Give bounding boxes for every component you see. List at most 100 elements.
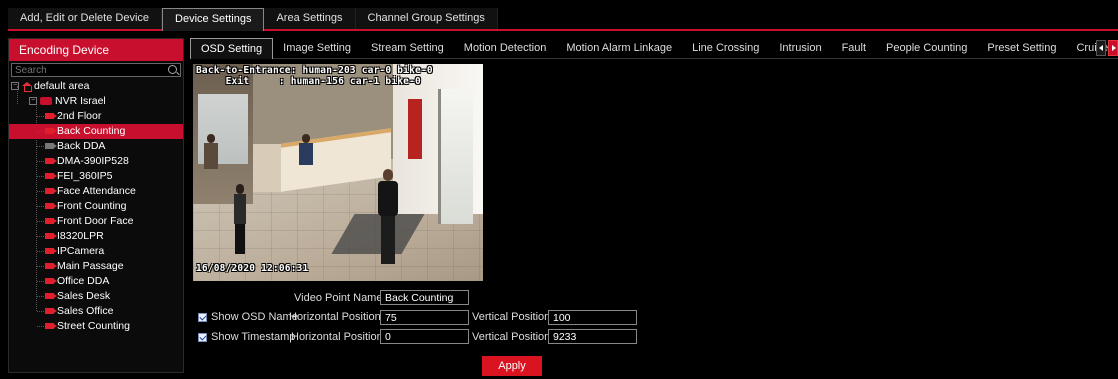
- osd-timestamp: 16/08/2020 12:06:31: [196, 263, 309, 274]
- show-osd-name-checkbox[interactable]: [198, 313, 207, 322]
- device-label: FEI_360IP5: [57, 170, 113, 182]
- device-label: IPCamera: [57, 245, 105, 257]
- device-item[interactable]: Office DDA: [9, 274, 183, 289]
- device-label: I8320LPR: [57, 230, 104, 242]
- tab-area-settings[interactable]: Area Settings: [264, 8, 356, 29]
- timestamp-vertical-position-label: Vertical Position: [472, 331, 551, 343]
- camera-icon: [45, 248, 57, 255]
- device-item[interactable]: Sales Office: [9, 304, 183, 319]
- device-label: Street Counting: [57, 320, 130, 332]
- collapse-icon[interactable]: −: [11, 82, 19, 91]
- tab-add-edit-delete-device[interactable]: Add, Edit or Delete Device: [8, 8, 163, 29]
- tree-connector: [37, 161, 44, 162]
- scene-door: [438, 89, 473, 224]
- camera-icon: [45, 308, 57, 315]
- device-label: Sales Office: [57, 305, 114, 317]
- timestamp-vertical-position-input[interactable]: [548, 329, 637, 344]
- tree-connector: [37, 146, 44, 147]
- video-point-name-label: Video Point Name: [294, 292, 383, 304]
- device-label: DMA-390IP528: [57, 155, 129, 167]
- device-label: Back Counting: [57, 125, 126, 137]
- device-list: 2nd Floor Back Counting Back DDA DMA-390IP5…: [9, 109, 183, 334]
- show-timestamp-label: Show Timestamp: [211, 331, 296, 343]
- osd-horizontal-position-label: Horizontal Position: [289, 311, 381, 323]
- device-item[interactable]: DMA-390IP528: [9, 154, 183, 169]
- search-icon[interactable]: [168, 65, 177, 74]
- tabs-scroll-left-icon[interactable]: [1096, 40, 1106, 56]
- home-icon: [22, 81, 32, 92]
- tab-intrusion[interactable]: Intrusion: [769, 38, 831, 59]
- tab-channel-group-settings[interactable]: Channel Group Settings: [355, 8, 498, 29]
- search-box: [11, 63, 181, 77]
- tab-preset-setting[interactable]: Preset Setting: [977, 38, 1066, 59]
- timestamp-horizontal-position-input[interactable]: [380, 329, 469, 344]
- tree-node-nvr[interactable]: − NVR Israel: [9, 94, 183, 109]
- tree-connector: [37, 221, 44, 222]
- tree-connector: [37, 176, 44, 177]
- video-point-name-input[interactable]: [380, 290, 469, 305]
- apply-button[interactable]: Apply: [482, 356, 542, 376]
- tree-connector: [37, 281, 44, 282]
- device-tree: − default area − NVR Israel 2nd Floor Back …: [9, 79, 183, 334]
- tree-connector: [37, 266, 44, 267]
- search-input[interactable]: [12, 64, 180, 77]
- osd-vertical-position-label: Vertical Position: [472, 311, 551, 323]
- settings-tab-bar: OSD Setting Image Setting Stream Setting…: [190, 38, 1118, 59]
- tabs-scroll-right-icon[interactable]: [1108, 40, 1118, 56]
- nvr-label: NVR Israel: [55, 95, 106, 107]
- osd-horizontal-position-input[interactable]: [380, 310, 469, 325]
- device-label: Main Passage: [57, 260, 124, 272]
- device-item[interactable]: Sales Desk: [9, 289, 183, 304]
- scene-person: [298, 134, 314, 174]
- osd-counting-line-2: Exit : human-156 car-1 bike-0: [196, 76, 421, 87]
- device-label: Front Door Face: [57, 215, 134, 227]
- camera-icon: [45, 188, 57, 195]
- tab-osd-setting[interactable]: OSD Setting: [190, 38, 274, 59]
- tab-image-setting[interactable]: Image Setting: [273, 38, 361, 59]
- camera-icon: [45, 218, 57, 225]
- camera-icon: [45, 203, 57, 210]
- camera-icon: [45, 233, 57, 240]
- video-preview: Back-to-Entrance: human-203 car-0 bike-0…: [193, 64, 483, 281]
- device-label: 2nd Floor: [57, 110, 102, 122]
- osd-vertical-position-input[interactable]: [548, 310, 637, 325]
- device-item[interactable]: Front Door Face: [9, 214, 183, 229]
- tab-motion-alarm-linkage[interactable]: Motion Alarm Linkage: [556, 38, 682, 59]
- tree-connector: [37, 236, 44, 237]
- tree-connector: [37, 296, 44, 297]
- tree-root-default-area[interactable]: − default area: [9, 79, 183, 94]
- device-item[interactable]: 2nd Floor: [9, 109, 183, 124]
- tree-connector: [37, 326, 44, 327]
- tab-device-settings[interactable]: Device Settings: [162, 8, 265, 31]
- camera-icon: [45, 158, 57, 165]
- camera-icon: [45, 128, 57, 135]
- scene-person: [233, 184, 247, 254]
- scene-counter: [253, 144, 283, 192]
- device-item[interactable]: Back Counting: [9, 124, 183, 139]
- area-label: default area: [34, 80, 90, 92]
- scene-person: [203, 134, 219, 174]
- show-timestamp-checkbox[interactable]: [198, 333, 207, 342]
- nvr-icon: [40, 97, 52, 106]
- tab-stream-setting[interactable]: Stream Setting: [361, 38, 454, 59]
- tab-fault[interactable]: Fault: [832, 38, 876, 59]
- tree-connector: [37, 116, 44, 117]
- tree-connector: [37, 251, 44, 252]
- camera-icon: [45, 113, 57, 120]
- osd-counting-line-1: Back-to-Entrance: human-203 car-0 bike-0: [196, 65, 433, 76]
- device-item[interactable]: IPCamera: [9, 244, 183, 259]
- device-item[interactable]: Front Counting: [9, 199, 183, 214]
- tab-line-crossing[interactable]: Line Crossing: [682, 38, 769, 59]
- tree-connector: [37, 191, 44, 192]
- tab-people-counting[interactable]: People Counting: [876, 38, 977, 59]
- device-item[interactable]: Main Passage: [9, 259, 183, 274]
- camera-icon: [45, 323, 57, 330]
- device-item[interactable]: Street Counting: [9, 319, 183, 334]
- collapse-icon[interactable]: −: [29, 97, 37, 106]
- device-item[interactable]: Back DDA: [9, 139, 183, 154]
- device-item[interactable]: FEI_360IP5: [9, 169, 183, 184]
- scene-frame: [408, 99, 422, 159]
- device-item[interactable]: I8320LPR: [9, 229, 183, 244]
- tab-motion-detection[interactable]: Motion Detection: [454, 38, 557, 59]
- device-item[interactable]: Face Attendance: [9, 184, 183, 199]
